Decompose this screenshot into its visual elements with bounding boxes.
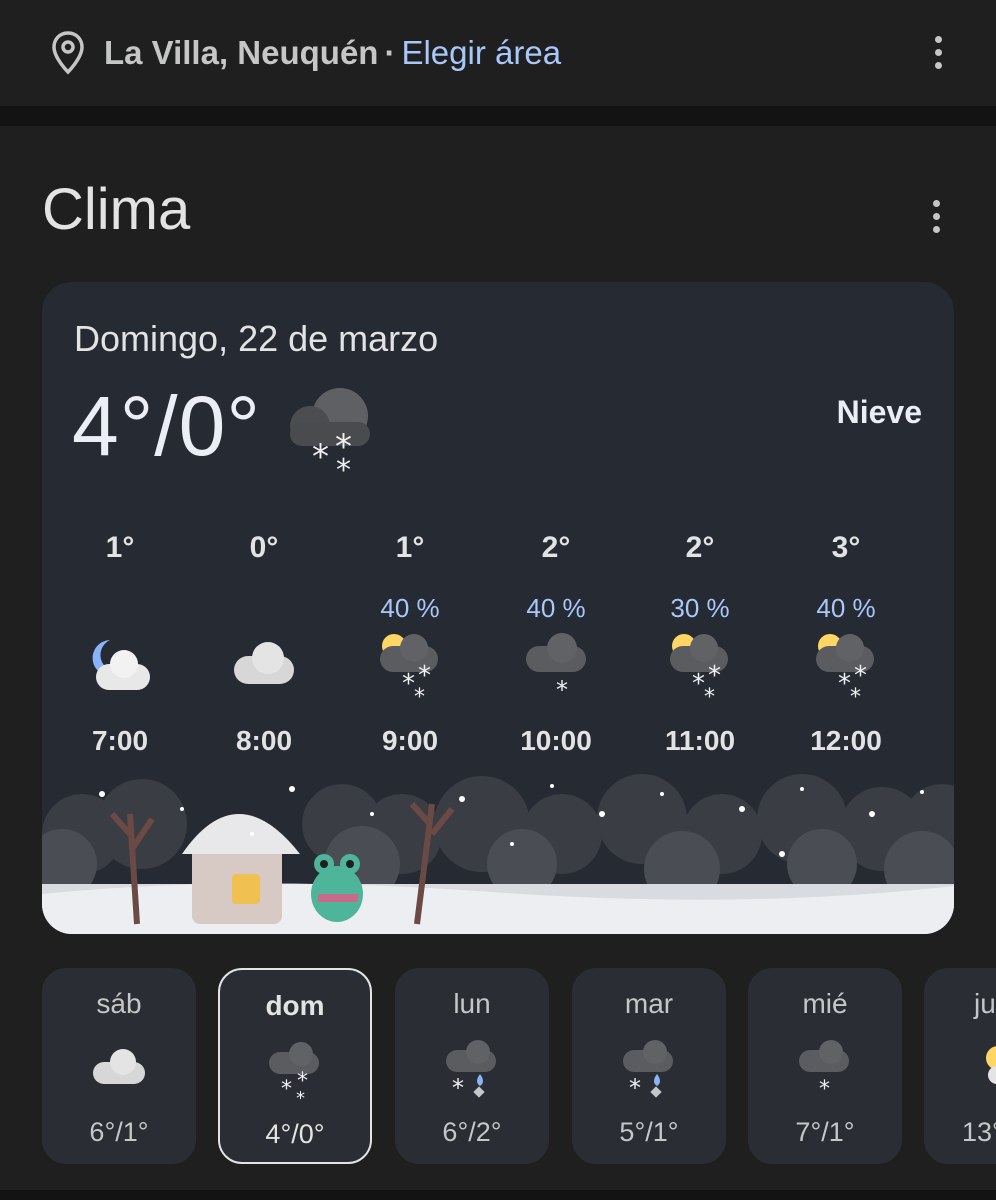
hour-temp: 2°: [685, 531, 715, 564]
hour-precip: 30 %: [670, 593, 730, 623]
hour-precip: 40 %: [526, 593, 586, 623]
svg-text:*: *: [414, 685, 425, 700]
day-temps: 6°/1°: [89, 1117, 149, 1147]
hour-time: 10:00: [520, 725, 592, 756]
svg-text:*: *: [336, 453, 351, 478]
svg-text:*: *: [281, 1077, 292, 1100]
section-title: Clima: [42, 177, 191, 242]
day-card[interactable]: sáb 6°/1°: [42, 968, 196, 1164]
hour-precip: 40 %: [816, 593, 876, 623]
hour-precip: [204, 590, 324, 626]
daily-forecast: sáb 6°/1° dom * * * 4°/0° lun * 6°/2° ma…: [42, 968, 996, 1164]
current-date: Domingo, 22 de marzo: [74, 318, 439, 359]
day-temps: 13°: [962, 1117, 996, 1147]
hour-temp: 3°: [831, 531, 861, 564]
weather-more-options-icon[interactable]: [930, 200, 942, 233]
hour-item[interactable]: 3° 40 % * * * 12:00: [786, 528, 906, 757]
location-line: La Villa, Neuquén · Elegir área: [104, 34, 561, 72]
svg-text:*: *: [850, 685, 861, 700]
weather-section: Clima Domingo, 22 de marzo 4°/0° * * * N…: [0, 126, 996, 1200]
hour-time: 7:00: [91, 725, 149, 756]
day-name: mar: [624, 988, 674, 1019]
weather-card: Domingo, 22 de marzo 4°/0° * * * Nieve 1…: [42, 282, 954, 934]
svg-text:*: *: [452, 1074, 464, 1098]
choose-area-link[interactable]: Elegir área: [401, 34, 561, 71]
day-temps: 4°/0°: [265, 1119, 325, 1149]
svg-text:*: *: [629, 1074, 641, 1098]
day-temps: 5°/1°: [619, 1117, 679, 1147]
day-card[interactable]: mar * 5°/1°: [572, 968, 726, 1164]
cloud-snow-rain-icon: *: [623, 1040, 673, 1102]
cloud-snow-icon: *: [799, 1040, 849, 1102]
top-more-options-icon[interactable]: [932, 36, 944, 69]
hour-precip: [60, 590, 180, 626]
hour-temp: 1°: [395, 531, 425, 564]
cloud-snow-icon: * * *: [269, 1042, 319, 1109]
top-bar: La Villa, Neuquén · Elegir área: [0, 0, 996, 106]
current-condition: Nieve: [836, 394, 922, 430]
cloud-icon: [93, 1049, 145, 1084]
bottom-divider: [0, 1190, 996, 1200]
svg-text:*: *: [312, 437, 329, 477]
hour-time: 9:00: [381, 725, 439, 756]
current-temp: 4°/0°: [72, 379, 261, 473]
sun-cloud-snow-icon: * * *: [380, 634, 438, 710]
sun-cloud-snow-icon: * * *: [670, 634, 728, 710]
svg-text:*: *: [819, 1077, 830, 1098]
hour-item[interactable]: 0° 8:00: [204, 528, 324, 757]
day-name: ju: [974, 988, 996, 1019]
svg-text:*: *: [704, 685, 715, 700]
cloud-snow-icon: * * *: [290, 388, 370, 478]
snow-scene-illustration: [42, 774, 954, 934]
day-card[interactable]: lun * 6°/2°: [395, 968, 549, 1164]
hour-precip: 40 %: [380, 593, 440, 623]
hour-time: 12:00: [810, 725, 882, 756]
cloud-icon: [234, 642, 294, 684]
sun-cloud-icon: [986, 1046, 996, 1084]
location-name: La Villa, Neuquén: [104, 34, 379, 71]
svg-text:*: *: [556, 676, 568, 700]
hour-time: 8:00: [235, 725, 293, 756]
sun-cloud-snow-icon: * * *: [816, 634, 874, 710]
day-name: mié: [802, 988, 848, 1019]
day-name: sáb: [96, 988, 142, 1019]
divider: [0, 106, 996, 126]
hour-item[interactable]: 1° 7:00: [60, 528, 180, 757]
hour-time: 11:00: [664, 725, 736, 756]
svg-text:*: *: [296, 1088, 305, 1100]
moon-cloud-icon: [92, 640, 150, 690]
location-separator: ·: [384, 34, 396, 71]
day-name: dom: [265, 990, 325, 1021]
hour-item[interactable]: 2° 30 % * * * 11:00: [640, 528, 760, 757]
day-name: lun: [453, 988, 491, 1019]
location-pin-icon: [52, 31, 84, 75]
hour-temp: 0°: [249, 531, 279, 564]
hour-item[interactable]: 2° 40 % * 10:00: [496, 528, 616, 757]
cloud-snow-icon: *: [526, 633, 586, 704]
hour-temp: 2°: [541, 531, 571, 564]
day-temps: 7°/1°: [795, 1117, 855, 1147]
hour-item[interactable]: 1° 40 % * * * 9:00: [350, 528, 470, 757]
day-temps: 6°/2°: [442, 1117, 502, 1147]
hourly-forecast: 1° 7:00 0° 8:00 1° 40 % * * * 9:00 2° 40…: [42, 528, 954, 768]
day-card-partial[interactable]: ju 13°: [924, 968, 996, 1164]
hour-temp: 1°: [105, 531, 135, 564]
day-card-selected[interactable]: dom * * * 4°/0°: [218, 968, 372, 1164]
cloud-snow-rain-icon: *: [446, 1040, 496, 1102]
day-card[interactable]: mié * 7°/1°: [748, 968, 902, 1164]
